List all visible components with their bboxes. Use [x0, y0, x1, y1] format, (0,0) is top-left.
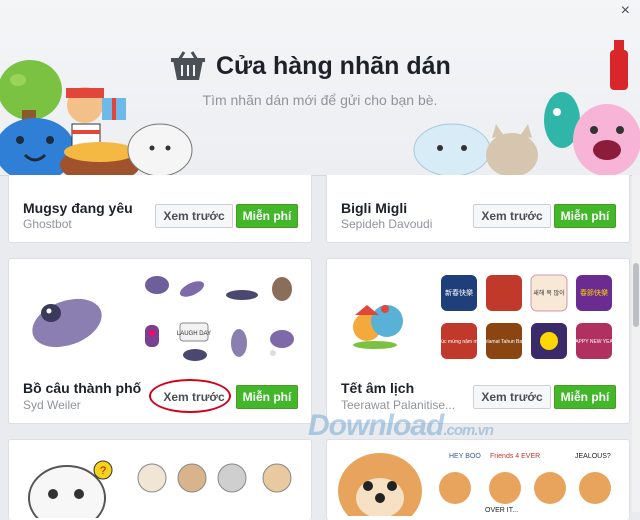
tet-sticker-text: 春節快樂	[580, 288, 608, 297]
dog-sticker-text: OVER IT...	[485, 507, 518, 514]
sticker-pack-card: HEY BOO Friends 4 EVER JEALOUS? OVER IT.…	[326, 439, 630, 520]
pack-author: Sepideh Davoudi	[341, 217, 433, 231]
tet-sticker-text: 新春快樂	[445, 288, 473, 297]
sticker-pack-card: ?	[8, 439, 312, 520]
watermark-suffix: .com.vn	[443, 422, 494, 439]
get-free-button[interactable]: Miễn phí	[554, 204, 616, 228]
sticker-store-header: Cửa hàng nhãn dán Tìm nhãn dán mới để gử…	[0, 0, 640, 176]
dog-sticker-text: HEY BOO	[449, 453, 481, 460]
dog-sticker-text: JEALOUS?	[575, 453, 611, 460]
cat-stickers-preview: ?	[28, 460, 292, 518]
shopping-basket-icon	[171, 51, 205, 80]
store-subtitle: Tìm nhãn dán mới để gửi cho bạn bè.	[202, 92, 438, 108]
sticker-pack-card: Bigli Migli Sepideh Davoudi Xem trước Mi…	[326, 175, 630, 243]
pack-name: Mugsy đang yêu	[23, 200, 133, 216]
tet-sticker-text: chúc mừng năm mới	[436, 339, 482, 345]
sticker-pack-card: LAUGH DAY Bồ câu thành phố Syd Weiler Xe…	[8, 258, 312, 424]
tet-stickers-preview: 新春快樂 새해 복 많이 春節快樂 chúc mừng năm mới Sela…	[353, 274, 617, 359]
preview-button[interactable]: Xem trước	[155, 204, 233, 228]
get-free-button[interactable]: Miễn phí	[236, 385, 298, 409]
sticker-pack-card: Mugsy đang yêu Ghostbot Xem trước Miễn p…	[8, 175, 312, 243]
watermark: Download.com.vn	[308, 409, 494, 443]
tet-sticker-text: HAPPY NEW YEAR	[572, 339, 617, 345]
dog-stickers-preview: HEY BOO Friends 4 EVER JEALOUS? OVER IT.…	[338, 453, 611, 516]
tet-sticker-text: Selamat Tahun Baru	[481, 339, 526, 345]
page-title: Cửa hàng nhãn dán	[216, 51, 451, 80]
pack-name: Bồ câu thành phố	[23, 380, 142, 396]
scrollbar-thumb[interactable]	[633, 263, 639, 327]
close-icon[interactable]: ×	[621, 2, 630, 20]
pack-name: Bigli Migli	[341, 200, 408, 216]
sticker-pack-card: 新春快樂 새해 복 많이 春節快樂 chúc mừng năm mới Sela…	[326, 258, 630, 424]
pigeon-stickers-preview: LAUGH DAY	[32, 276, 294, 361]
get-free-button[interactable]: Miễn phí	[236, 204, 298, 228]
preview-button[interactable]: Xem trước	[473, 204, 551, 228]
pigeon-sticker-sign: LAUGH DAY	[177, 331, 211, 337]
question-mark-sticker: ?	[100, 465, 106, 477]
scrollbar-track[interactable]	[632, 175, 640, 512]
pack-author: Syd Weiler	[23, 398, 81, 412]
preview-button[interactable]: Xem trước	[155, 385, 233, 409]
pack-name: Tết âm lịch	[341, 380, 415, 396]
preview-button[interactable]: Xem trước	[473, 385, 551, 409]
store-title-row: Cửa hàng nhãn dán	[170, 48, 451, 84]
pack-author: Ghostbot	[23, 217, 72, 231]
dog-sticker-text: Friends 4 EVER	[490, 453, 540, 460]
tet-sticker-text: 새해 복 많이	[533, 289, 564, 297]
get-free-button[interactable]: Miễn phí	[554, 385, 616, 409]
watermark-main: Download	[308, 409, 444, 442]
